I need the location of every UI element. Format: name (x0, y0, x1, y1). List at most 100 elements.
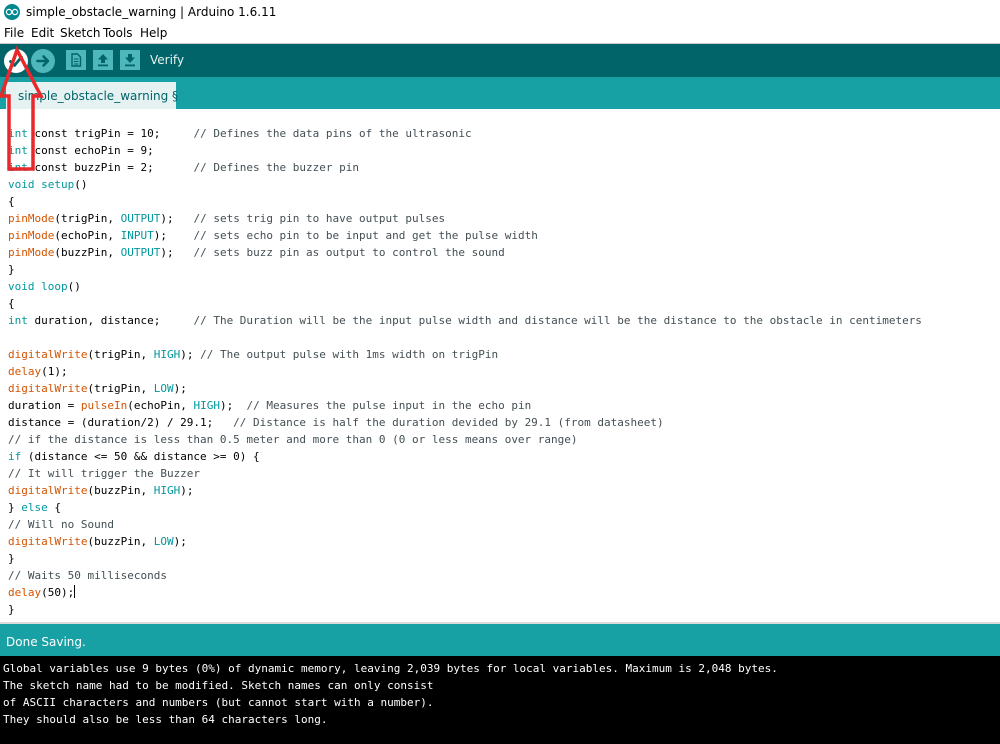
window-title: simple_obstacle_warning | Arduino 1.6.11 (26, 5, 277, 19)
code-line: delay(50); (8, 584, 922, 601)
console-line: of ASCII characters and numbers (but can… (3, 696, 434, 709)
code-token: loop (41, 280, 68, 293)
code-line: int const buzzPin = 2; // Defines the bu… (8, 159, 922, 176)
code-comment: // Waits 50 milliseconds (8, 569, 167, 582)
code-line: void loop() (8, 278, 922, 295)
code-token: int (8, 161, 28, 174)
menu-help[interactable]: Help (140, 25, 167, 41)
code-token: (50); (41, 586, 75, 599)
code-line: pinMode(echoPin, INPUT); // sets echo pi… (8, 227, 922, 244)
menu-sketch[interactable]: Sketch (60, 25, 100, 41)
code-token: digitalWrite (8, 382, 88, 395)
menu-file[interactable]: File (4, 25, 24, 41)
code-token: pinMode (8, 212, 55, 225)
code-token: LOW (153, 535, 174, 548)
verify-button[interactable] (4, 49, 28, 73)
code-token: duration, distance; (27, 314, 194, 327)
code-token: HIGH (153, 348, 181, 361)
toolbar-hover-label: Verify (150, 53, 185, 67)
code-token: ); (180, 484, 194, 497)
code-token: HIGH (153, 484, 181, 497)
upload-button[interactable] (31, 49, 55, 73)
code-token: (echoPin, (127, 399, 194, 412)
code-line: delay(1); (8, 363, 922, 380)
status-bar: Done Saving. (0, 624, 1000, 656)
code-token: ); (173, 382, 187, 395)
code-comment: // sets echo pin to be input and get the… (193, 229, 538, 242)
console-line: They should also be less than 64 charact… (3, 713, 328, 726)
code-token: (1); (41, 365, 68, 378)
code-token: ); (160, 246, 194, 259)
code-token: if (8, 450, 22, 463)
code-token: pulseIn (80, 399, 128, 412)
code-line: if (distance <= 50 && distance >= 0) { (8, 448, 922, 465)
code-line: void setup() (8, 176, 922, 193)
code-token: (buzzPin, (87, 484, 154, 497)
code-token: (trigPin, (54, 212, 121, 225)
code-text: int const trigPin = 10; // Defines the d… (8, 125, 922, 618)
code-token: distance = (duration/2) / 29.1; (8, 416, 234, 429)
code-token: } (8, 263, 15, 276)
save-button[interactable] (120, 50, 140, 70)
code-token: int (8, 127, 28, 140)
code-token: duration = (8, 399, 81, 412)
code-token: const trigPin = 10; (27, 127, 194, 140)
code-line: // Will no Sound (8, 516, 922, 533)
code-comment: // The output pulse with 1ms width on tr… (200, 348, 499, 361)
menu-tools[interactable]: Tools (103, 25, 133, 41)
code-line: digitalWrite(buzzPin, HIGH); (8, 482, 922, 499)
code-token: pinMode (8, 229, 55, 242)
open-button[interactable] (93, 50, 113, 70)
code-comment: // sets buzz pin as output to control th… (193, 246, 505, 259)
text-caret (74, 585, 76, 598)
code-line: pinMode(trigPin, OUTPUT); // sets trig p… (8, 210, 922, 227)
tab-bar: simple_obstacle_warning § (0, 77, 1000, 109)
code-line: { (8, 193, 922, 210)
code-comment: // It will trigger the Buzzer (8, 467, 201, 480)
code-line: duration = pulseIn(echoPin, HIGH); // Me… (8, 397, 922, 414)
arduino-logo-icon (4, 4, 20, 20)
new-file-icon (71, 53, 82, 67)
toolbar: Verify (0, 44, 1000, 77)
code-line: } (8, 601, 922, 618)
code-token: HIGH (193, 399, 220, 412)
arrow-right-icon (36, 55, 50, 67)
title-bar: simple_obstacle_warning | Arduino 1.6.11 (0, 0, 1000, 24)
code-token: (buzzPin, (87, 535, 154, 548)
code-token: else (21, 501, 48, 514)
code-token: ); (219, 399, 247, 412)
code-token: (buzzPin, (54, 246, 121, 259)
menu-edit[interactable]: Edit (31, 25, 54, 41)
code-comment: // The Duration will be the input pulse … (193, 314, 922, 327)
code-token: { (47, 501, 61, 514)
code-line: digitalWrite(trigPin, HIGH); // The outp… (8, 346, 922, 363)
code-token: int (8, 144, 28, 157)
code-line: { (8, 295, 922, 312)
code-comment: // Defines the buzzer pin (193, 161, 360, 174)
code-token: ); (180, 348, 201, 361)
code-line: pinMode(buzzPin, OUTPUT); // sets buzz p… (8, 244, 922, 261)
tab-sketch[interactable]: simple_obstacle_warning § (6, 82, 179, 109)
code-line: // It will trigger the Buzzer (8, 465, 922, 482)
code-line: digitalWrite(trigPin, LOW); (8, 380, 922, 397)
code-comment: // if the distance is less than 0.5 mete… (8, 433, 578, 446)
new-button[interactable] (66, 50, 86, 70)
console-output[interactable]: Global variables use 9 bytes (0%) of dyn… (0, 656, 1000, 744)
code-line: digitalWrite(buzzPin, LOW); (8, 533, 922, 550)
code-token: () (74, 178, 88, 191)
code-token: OUTPUT (120, 246, 161, 259)
open-arrow-up-icon (98, 54, 108, 67)
status-message: Done Saving. (6, 635, 86, 649)
code-token: { (8, 297, 15, 310)
code-token: delay (8, 586, 42, 599)
tab-sketch-label: simple_obstacle_warning § (18, 89, 179, 103)
code-line: } (8, 261, 922, 278)
code-comment: // Defines the data pins of the ultrason… (193, 127, 472, 140)
code-line: } else { (8, 499, 922, 516)
code-token: ); (173, 535, 187, 548)
code-editor[interactable]: int const trigPin = 10; // Defines the d… (0, 109, 1000, 622)
console-line: The sketch name had to be modified. Sket… (3, 679, 434, 692)
menu-bar: File Edit Sketch Tools Help (0, 24, 1000, 44)
code-token: digitalWrite (8, 535, 88, 548)
